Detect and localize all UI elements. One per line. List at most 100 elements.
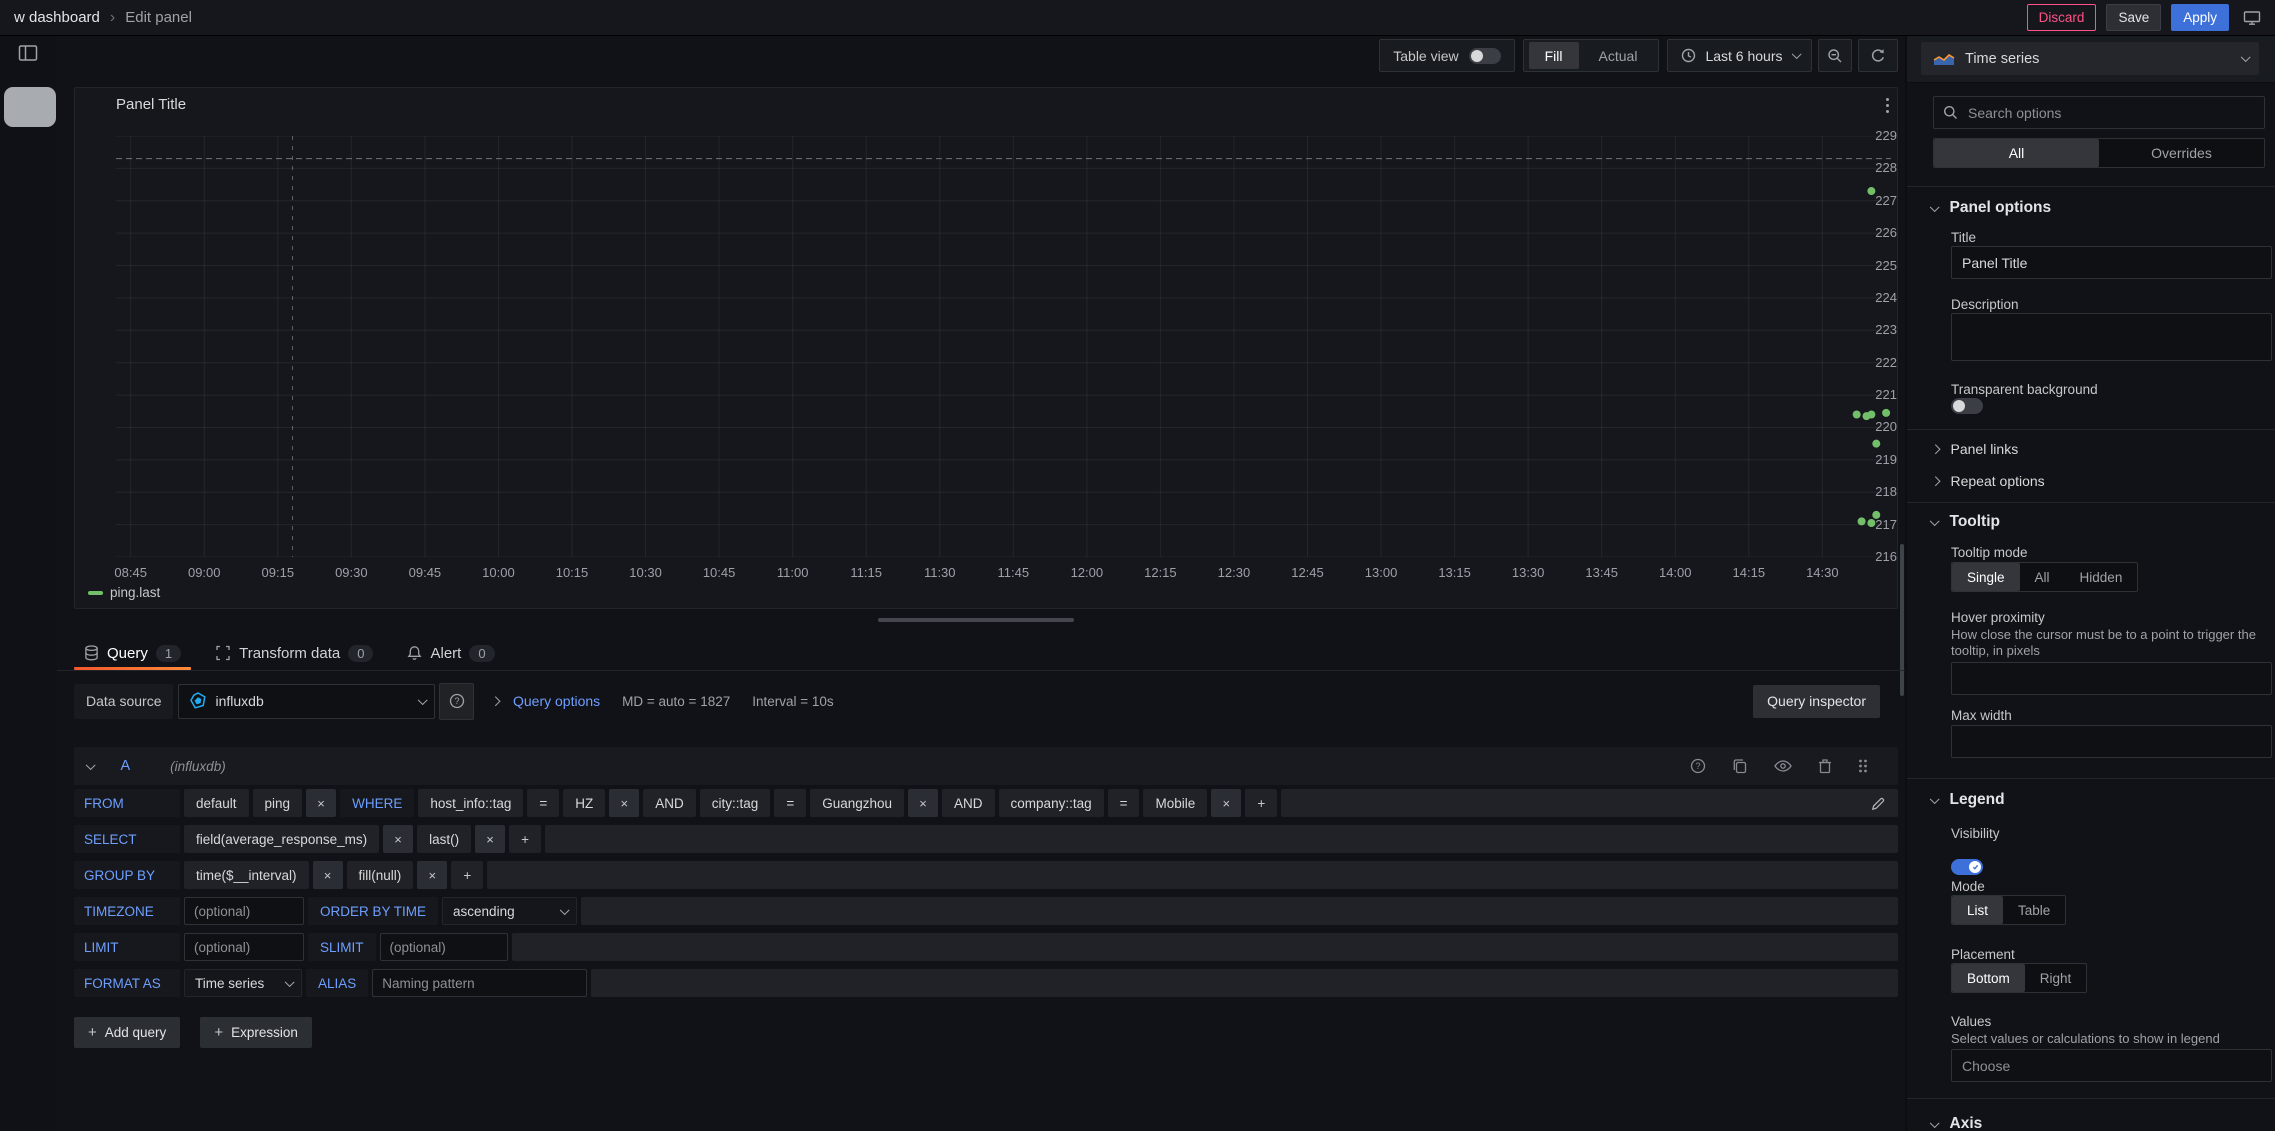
remove-token-button[interactable]: × <box>383 825 413 853</box>
data-point[interactable] <box>1867 411 1875 419</box>
query-token[interactable]: ping <box>253 789 303 817</box>
data-point[interactable] <box>1882 409 1890 417</box>
data-point[interactable] <box>1858 517 1866 525</box>
panel-description-textarea[interactable] <box>1951 313 2272 361</box>
legend-visibility-toggle[interactable] <box>1951 859 1983 875</box>
fill-option[interactable]: Fill <box>1529 42 1579 69</box>
save-button[interactable]: Save <box>2106 4 2161 31</box>
add-token-button[interactable]: + <box>509 825 541 853</box>
query-token[interactable]: field(average_response_ms) <box>184 825 379 853</box>
datasource-help-button[interactable]: ? <box>439 683 474 720</box>
legend-values-select[interactable]: Choose <box>1951 1049 2272 1082</box>
options-search-input[interactable] <box>1966 104 2255 122</box>
panel-title-input[interactable] <box>1951 246 2272 279</box>
scrollbar-thumb[interactable] <box>1900 544 1904 696</box>
query-token[interactable]: = <box>774 789 806 817</box>
query-token[interactable]: default <box>184 789 249 817</box>
tab-alert[interactable]: Alert 0 <box>397 636 504 670</box>
collapse-chevron-icon[interactable] <box>86 760 95 769</box>
query-inspector-button[interactable]: Query inspector <box>1753 685 1880 718</box>
query-token[interactable]: AND <box>643 789 696 817</box>
section-legend[interactable]: Legend <box>1907 784 2275 816</box>
limit-input[interactable] <box>380 933 508 961</box>
rail-highlight-block[interactable] <box>4 87 56 127</box>
tab-query[interactable]: Query 1 <box>74 636 191 670</box>
query-token[interactable]: = <box>527 789 559 817</box>
add-expression-button[interactable]: + Expression <box>200 1017 312 1048</box>
query-token[interactable]: fill(null) <box>347 861 414 889</box>
filter-all[interactable]: All <box>1934 139 2099 167</box>
data-point[interactable] <box>1853 411 1861 419</box>
query-token[interactable]: company::tag <box>999 789 1104 817</box>
section-panel-links[interactable]: Panel links <box>1907 434 2275 464</box>
duplicate-query-icon[interactable] <box>1732 758 1748 774</box>
query-token[interactable]: AND <box>942 789 995 817</box>
tooltip-mode-all[interactable]: All <box>2020 563 2065 591</box>
actual-option[interactable]: Actual <box>1583 42 1654 69</box>
table-view-toggle[interactable] <box>1469 48 1501 64</box>
discard-button[interactable]: Discard <box>2027 4 2097 31</box>
data-point[interactable] <box>1872 440 1880 448</box>
max-width-input[interactable] <box>1951 725 2272 758</box>
add-token-button[interactable]: + <box>451 861 483 889</box>
query-header-row[interactable]: A (influxdb) ? <box>74 747 1898 785</box>
kiosk-monitor-icon[interactable] <box>2243 10 2261 26</box>
sidebar-toggle-icon[interactable] <box>18 44 38 62</box>
tooltip-mode-single[interactable]: Single <box>1952 563 2020 591</box>
datasource-select[interactable]: influxdb <box>178 684 435 719</box>
query-token[interactable]: host_info::tag <box>418 789 523 817</box>
legend-item[interactable]: ping.last <box>88 585 160 600</box>
time-range-picker[interactable]: Last 6 hours <box>1667 39 1812 72</box>
remove-token-button[interactable]: × <box>313 861 343 889</box>
breadcrumb-dashboard[interactable]: w dashboard <box>14 9 100 26</box>
help-circle-icon[interactable]: ? <box>1690 758 1706 774</box>
section-axis[interactable]: Axis <box>1907 1108 2275 1131</box>
delete-query-trash-icon[interactable] <box>1818 758 1832 774</box>
section-panel-options[interactable]: Panel options <box>1907 192 2275 224</box>
section-tooltip[interactable]: Tooltip <box>1907 506 2275 538</box>
query-token[interactable]: time($__interval) <box>184 861 309 889</box>
apply-button[interactable]: Apply <box>2171 4 2229 31</box>
options-search[interactable] <box>1933 96 2265 129</box>
format-as-input[interactable] <box>372 969 587 997</box>
legend-mode-table[interactable]: Table <box>2003 896 2065 924</box>
query-token[interactable]: HZ <box>563 789 605 817</box>
chevron-right-icon[interactable] <box>491 696 500 705</box>
section-repeat-options[interactable]: Repeat options <box>1907 466 2275 496</box>
filter-overrides[interactable]: Overrides <box>2099 139 2264 167</box>
timezone-select[interactable]: ascending <box>442 897 577 925</box>
remove-token-button[interactable]: × <box>908 789 938 817</box>
legend-placement-right[interactable]: Right <box>2025 964 2087 992</box>
remove-token-button[interactable]: × <box>417 861 447 889</box>
pane-resize-handle[interactable] <box>878 618 1074 622</box>
legend-mode-list[interactable]: List <box>1952 896 2003 924</box>
visualization-select[interactable]: Time series <box>1921 42 2259 75</box>
add-query-button[interactable]: + Add query <box>74 1017 180 1048</box>
hover-proximity-input[interactable] <box>1951 662 2272 695</box>
data-point[interactable] <box>1872 511 1880 519</box>
remove-token-button[interactable]: × <box>609 789 639 817</box>
transparent-bg-toggle[interactable] <box>1951 398 1983 414</box>
hide-query-eye-icon[interactable] <box>1774 759 1792 773</box>
query-token[interactable]: last() <box>417 825 471 853</box>
refresh-button[interactable] <box>1858 39 1898 72</box>
add-token-button[interactable]: + <box>1245 789 1277 817</box>
query-token[interactable]: = <box>1108 789 1140 817</box>
remove-token-button[interactable]: × <box>1211 789 1241 817</box>
query-options-link[interactable]: Query options <box>513 693 600 709</box>
data-point[interactable] <box>1867 187 1875 195</box>
query-token[interactable]: city::tag <box>700 789 771 817</box>
zoom-out-button[interactable] <box>1818 39 1852 72</box>
legend-placement-bottom[interactable]: Bottom <box>1952 964 2025 992</box>
edit-query-pencil-icon[interactable] <box>1871 796 1886 811</box>
query-token[interactable]: Mobile <box>1143 789 1207 817</box>
timezone-input[interactable] <box>184 897 304 925</box>
limit-input[interactable] <box>184 933 304 961</box>
remove-token-button[interactable]: × <box>306 789 336 817</box>
data-point[interactable] <box>1867 519 1875 527</box>
chart-plot-area[interactable] <box>116 136 1891 557</box>
panel-menu-kebab-icon[interactable] <box>1886 98 1889 113</box>
query-token[interactable]: Guangzhou <box>810 789 904 817</box>
remove-token-button[interactable]: × <box>475 825 505 853</box>
drag-handle-grip-icon[interactable] <box>1858 758 1868 774</box>
